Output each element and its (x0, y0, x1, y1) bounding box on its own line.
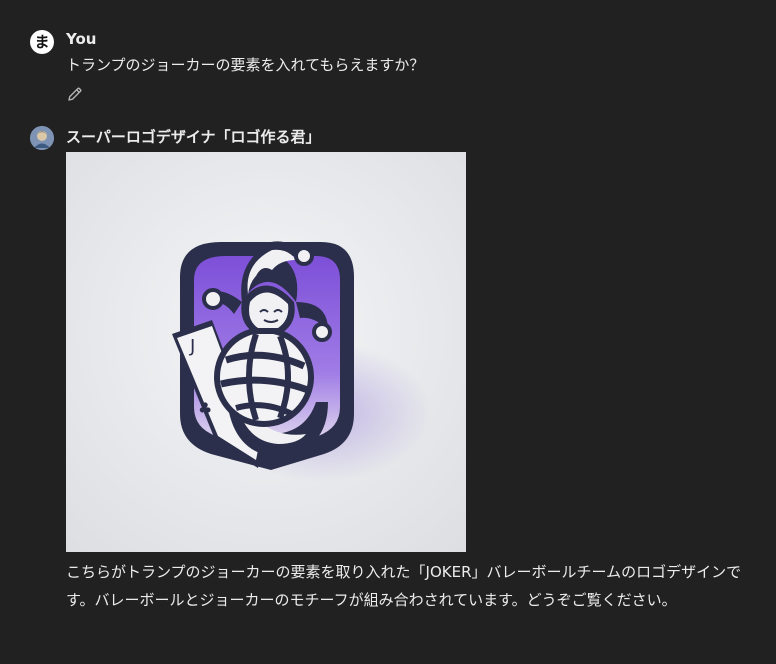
assistant-sender-name: スーパーロゴデザイナ「ロゴ作る君」 (66, 128, 321, 146)
user-avatar: ま (30, 30, 54, 54)
card-suit-club-icon: ♣ (198, 399, 212, 418)
pencil-icon (68, 87, 82, 101)
edit-message-button[interactable] (66, 85, 84, 103)
user-sender-name: You (66, 30, 97, 48)
volleyball (214, 327, 314, 427)
assistant-message-text: こちらがトランプのジョーカーの要素を取り入れた「JOKER」バレーボールチームの… (66, 563, 742, 609)
assistant-avatar (30, 126, 54, 150)
user-message-text: トランプのジョーカーの要素を入れてもらえますか？ (66, 56, 425, 74)
generated-logo-image[interactable]: J ♣ (66, 152, 466, 552)
card-letter: J (189, 336, 195, 357)
chat-thread: ま You トランプのジョーカーの要素を入れてもらえますか？ スーパーロゴデザイ… (0, 0, 776, 664)
